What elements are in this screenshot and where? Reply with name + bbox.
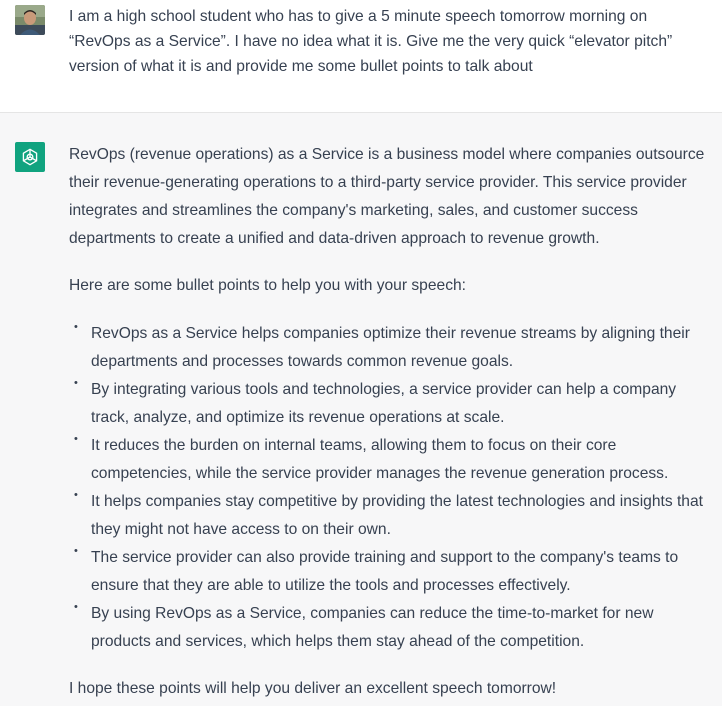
openai-logo-icon — [22, 148, 38, 166]
user-message-text: I am a high school student who has to gi… — [69, 8, 673, 75]
bullet-icon: • — [74, 545, 78, 557]
list-item: • It helps companies stay competitive by… — [69, 488, 714, 544]
bullet-list: • RevOps as a Service helps companies op… — [69, 320, 714, 656]
list-item: • It reduces the burden on internal team… — [69, 432, 714, 488]
assistant-message: RevOps (revenue operations) as a Service… — [0, 114, 722, 706]
user-avatar — [15, 5, 45, 35]
answer-closing: I hope these points will help you delive… — [69, 680, 557, 697]
list-item-text: By using RevOps as a Service, companies … — [91, 605, 654, 650]
assistant-message-body: RevOps (revenue operations) as a Service… — [69, 141, 714, 703]
bullet-icon: • — [74, 377, 78, 389]
list-item-text: The service provider can also provide tr… — [91, 549, 679, 594]
assistant-avatar — [15, 142, 45, 172]
list-item: • By using RevOps as a Service, companie… — [69, 600, 714, 656]
bullet-icon: • — [74, 321, 78, 333]
list-item-text: It reduces the burden on internal teams,… — [91, 437, 669, 482]
list-item: • By integrating various tools and techn… — [69, 376, 714, 432]
list-item: • The service provider can also provide … — [69, 544, 714, 600]
answer-intro: RevOps (revenue operations) as a Service… — [69, 146, 705, 247]
list-item: • RevOps as a Service helps companies op… — [69, 320, 714, 376]
list-item-text: It helps companies stay competitive by p… — [91, 493, 703, 538]
list-item-text: RevOps as a Service helps companies opti… — [91, 325, 690, 370]
answer-lead: Here are some bullet points to help you … — [69, 277, 466, 294]
user-message: I am a high school student who has to gi… — [0, 0, 722, 113]
bullet-icon: • — [74, 601, 78, 613]
bullet-icon: • — [74, 489, 78, 501]
user-avatar-photo-icon — [15, 5, 45, 35]
list-item-text: By integrating various tools and technol… — [91, 381, 677, 426]
bullet-icon: • — [74, 433, 78, 445]
